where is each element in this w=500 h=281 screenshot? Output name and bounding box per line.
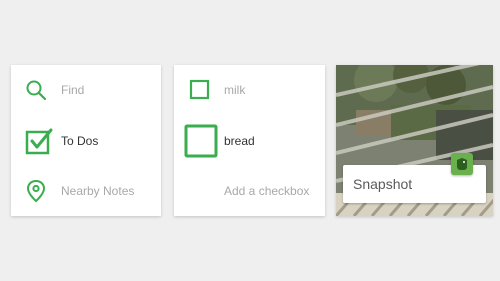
snapshot-label: Snapshot <box>353 176 413 192</box>
find-label: Find <box>61 83 85 97</box>
add-checkbox-label: Add a checkbox <box>224 184 310 198</box>
checklist-card: milk bread Add a checkbox <box>174 65 325 216</box>
evernote-elephant-icon <box>451 153 473 175</box>
checkbox-icon[interactable] <box>189 79 211 101</box>
nearby-notes-label: Nearby Notes <box>61 184 135 198</box>
find-item[interactable]: Find <box>11 70 161 110</box>
add-checkbox-button[interactable]: Add a checkbox <box>174 171 325 211</box>
checkbox-icon[interactable] <box>184 124 218 158</box>
nearby-notes-item[interactable]: Nearby Notes <box>11 171 161 211</box>
location-pin-icon <box>26 179 46 203</box>
checklist-item-label: milk <box>224 83 246 97</box>
search-icon <box>25 79 47 101</box>
shortcuts-card: Find To Dos Nearby Notes <box>11 65 161 216</box>
snapshot-card[interactable]: Snapshot <box>336 65 493 216</box>
checklist-item[interactable]: bread <box>174 121 325 161</box>
checklist-item[interactable]: milk <box>174 70 325 110</box>
todos-item[interactable]: To Dos <box>11 121 161 161</box>
checklist-item-label: bread <box>224 134 255 148</box>
todos-label: To Dos <box>61 134 99 148</box>
checkbox-checked-icon <box>24 126 54 156</box>
